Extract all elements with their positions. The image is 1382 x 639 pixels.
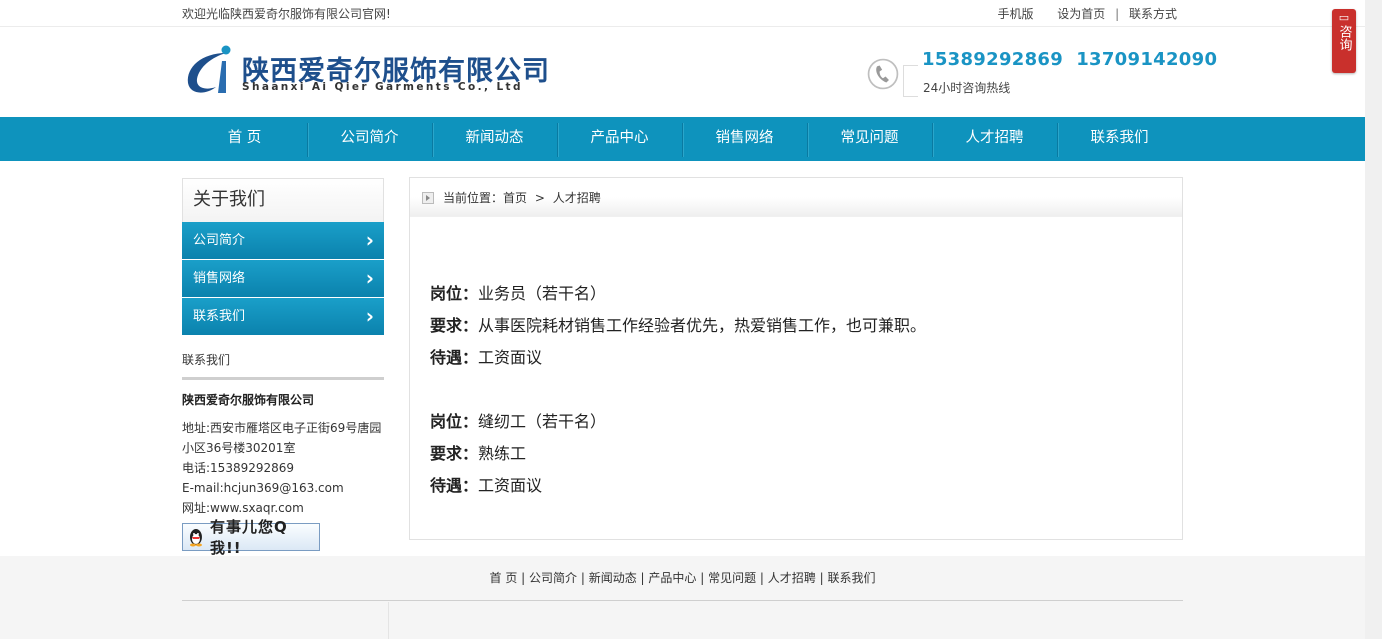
sidebar-item-contact[interactable]: 联系我们 › [182,298,384,335]
position-value: 业务员（若干名） [478,284,607,303]
website-text: 网址:www.sxaqr.com [182,501,304,515]
logo-mark-icon [187,45,231,93]
contact-link[interactable]: 联系方式 [1129,7,1177,21]
position-label: 岗位： [430,284,479,303]
logo-english-name: Shaanxi Ai Qier Garments Co., Ltd [242,81,523,93]
consult-float-button[interactable]: ▭ 咨询 [1332,9,1356,73]
footer-link-products[interactable]: 产品中心 [648,571,696,585]
footer-link-jobs[interactable]: 人才招聘 [768,571,816,585]
footer-link-contact[interactable]: 联系我们 [827,571,875,585]
breadcrumb-separator: > [534,191,545,205]
nav-item-home[interactable]: 首 页 [182,117,307,161]
qq-penguin-icon [189,529,202,547]
sidebar-item-label: 销售网络 [193,271,246,286]
company-name: 陕西爱奇尔服饰有限公司 [182,393,315,407]
contact-heading: 联系我们 [182,351,384,380]
footer: 首 页 | 公司简介 | 新闻动态 | 产品中心 | 常见问题 | 人才招聘 |… [0,556,1365,639]
benefit-label: 待遇： [430,476,479,495]
benefit-label: 待遇： [430,348,479,367]
chevron-right-icon: › [365,228,374,252]
welcome-text: 欢迎光临陕西爱奇尔服饰有限公司官网! [182,7,391,21]
phone-text: 电话:15389292869 [182,461,295,475]
sidebar-item-label: 公司简介 [193,233,246,248]
position-label: 岗位： [430,412,479,431]
hotline-subtitle: 24小时咨询热线 [923,81,1011,95]
footer-link-news[interactable]: 新闻动态 [589,571,637,585]
consult-label: 咨询 [1336,25,1352,51]
hotline-bracket [903,65,918,97]
mobile-version-link[interactable]: 手机版 [998,7,1034,21]
phone-icon [867,58,899,90]
main-nav: 首 页 公司简介 新闻动态 产品中心 销售网络 常见问题 人才招聘 联系我们 [0,117,1365,161]
qq-contact-button[interactable]: 有事儿您Q我!! [182,518,320,557]
address-text: 地址:西安市雁塔区电子正街69号唐园小区36号楼30201室 [182,421,382,455]
job-item: 岗位：业务员（若干名） 要求：从事医院耗材销售工作经验者优先，热爱销售工作，也可… [430,278,926,374]
sidebar-item-about[interactable]: 公司简介 › [182,222,384,259]
requirement-value: 熟练工 [478,444,527,463]
nav-item-products[interactable]: 产品中心 [557,117,682,161]
main-content: 当前位置：首页 > 人才招聘 岗位：业务员（若干名） 要求：从事医院耗材销售工作… [409,177,1183,540]
footer-link-home[interactable]: 首 页 [490,571,518,585]
nav-item-news[interactable]: 新闻动态 [432,117,557,161]
footer-link-faq[interactable]: 常见问题 [708,571,756,585]
footer-link-about[interactable]: 公司简介 [529,571,577,585]
email-text: E-mail:hcjun369@163.com [182,481,344,495]
job-item: 岗位：缝纫工（若干名） 要求：熟练工 待遇：工资面议 [430,406,926,502]
nav-item-about[interactable]: 公司简介 [307,117,432,161]
footer-links: 首 页 | 公司简介 | 新闻动态 | 产品中心 | 常见问题 | 人才招聘 |… [489,571,876,585]
footer-vertical-divider [388,602,389,639]
nav-item-faq[interactable]: 常见问题 [807,117,932,161]
sidebar: 关于我们 公司简介 › 销售网络 › 联系我们 › 联系我们 陕西爱奇尔服饰有限… [182,178,384,557]
contact-info: 地址:西安市雁塔区电子正街69号唐园小区36号楼30201室 电话:153892… [182,418,384,518]
sidebar-title: 关于我们 [182,178,384,222]
benefit-value: 工资面议 [478,476,543,495]
nav-item-contact[interactable]: 联系我们 [1057,117,1182,161]
hotline-numbers: 15389292869 13709142090 [922,49,1218,70]
header: 陕西爱奇尔服饰有限公司 Shaanxi Ai Qier Garments Co.… [0,27,1365,117]
sidebar-menu: 公司简介 › 销售网络 › 联系我们 › [182,222,384,335]
sidebar-item-label: 联系我们 [193,309,246,324]
logo[interactable]: 陕西爱奇尔服饰有限公司 Shaanxi Ai Qier Garments Co.… [182,41,549,97]
requirement-value: 从事医院耗材销售工作经验者优先，热爱销售工作，也可兼职。 [478,316,927,335]
breadcrumb-current: 人才招聘 [552,191,601,205]
benefit-value: 工资面议 [478,348,543,367]
breadcrumb: 当前位置：首页 > 人才招聘 [410,178,1182,217]
footer-divider [182,600,1183,601]
requirement-label: 要求： [430,316,479,335]
set-homepage-link[interactable]: 设为首页 [1057,7,1105,21]
breadcrumb-home-link[interactable]: 首页 [503,191,527,205]
hotline: 15389292869 13709142090 24小时咨询热线 [866,47,1217,103]
breadcrumb-prefix: 当前位置： [443,191,504,205]
job-listings: 岗位：业务员（若干名） 要求：从事医院耗材销售工作经验者优先，热爱销售工作，也可… [430,278,926,534]
breadcrumb-arrow-icon [422,191,434,204]
chat-icon: ▭ [1338,11,1350,24]
sidebar-item-sales-network[interactable]: 销售网络 › [182,260,384,297]
chevron-right-icon: › [365,304,374,328]
top-links: 手机版 | 设为首页 | 联系方式 [997,7,1177,21]
requirement-label: 要求： [430,444,479,463]
chevron-right-icon: › [365,266,374,290]
nav-item-sales-network[interactable]: 销售网络 [682,117,807,161]
page-scrollbar[interactable] [1365,0,1382,639]
position-value: 缝纫工（若干名） [478,412,607,431]
top-bar: 欢迎光临陕西爱奇尔服饰有限公司官网! 手机版 | 设为首页 | 联系方式 [0,0,1365,27]
qq-button-label: 有事儿您Q我!! [209,518,288,557]
nav-item-jobs[interactable]: 人才招聘 [932,117,1057,161]
